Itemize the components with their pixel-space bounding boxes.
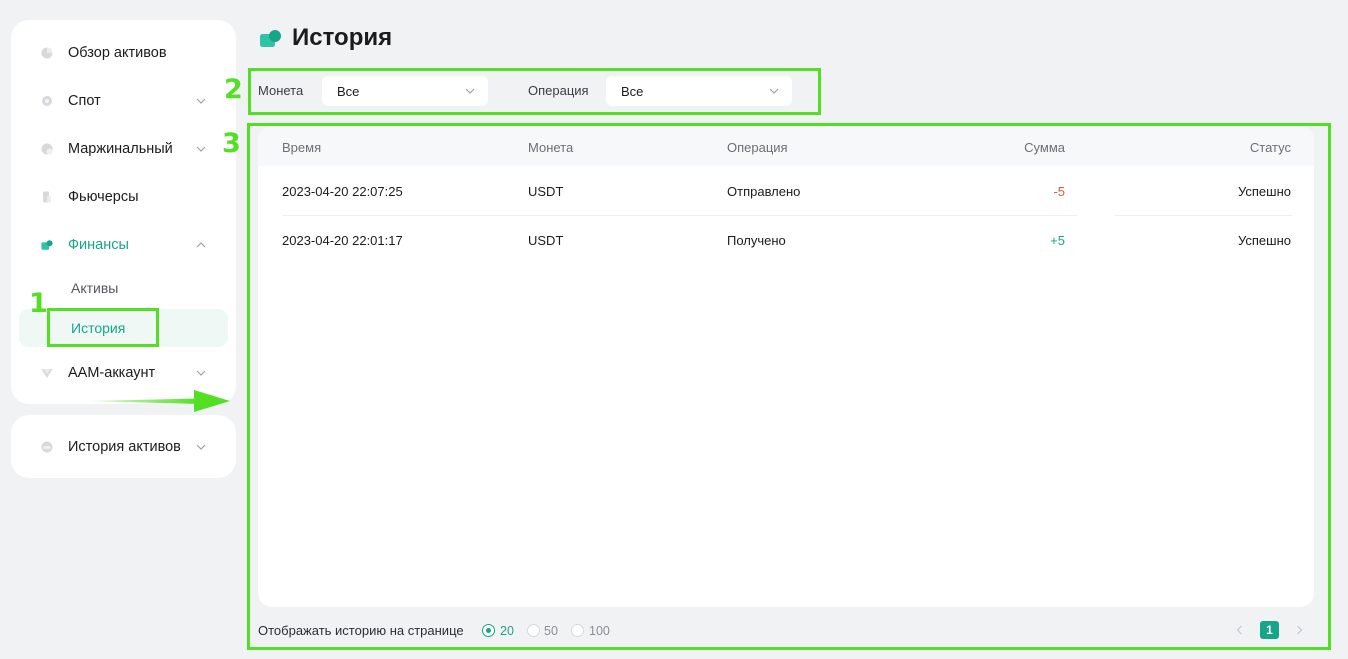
coin-filter-label: Монета: [258, 83, 304, 98]
table-row: 2023-04-20 22:07:25 USDT Отправлено -5 У…: [258, 167, 1314, 216]
chevron-down-icon: [196, 370, 206, 376]
pie-chart-icon: [41, 47, 53, 59]
column-header-amount: Сумма: [1024, 140, 1065, 155]
sidebar-card: Обзор активов Спот Маржинальный Фьючерсы…: [11, 20, 236, 404]
annotation-number-3: 3: [222, 128, 241, 159]
gear-icon: [41, 95, 53, 107]
sidebar-item-assets-overview[interactable]: Обзор активов: [11, 37, 236, 69]
table-header: Время Монета Операция Сумма Статус: [258, 126, 1314, 166]
margin-icon: [41, 143, 53, 155]
futures-icon: [41, 191, 53, 203]
sidebar-item-label: Финансы: [68, 237, 129, 253]
page-title: История: [292, 24, 393, 51]
chevron-left-icon[interactable]: [1235, 625, 1245, 635]
sidebar-subitem-label: История: [71, 320, 126, 336]
per-page-option-20[interactable]: 20: [500, 624, 514, 638]
sidebar-item-margin[interactable]: Маржинальный: [11, 133, 236, 165]
chevron-down-icon: [465, 88, 475, 94]
cell-coin: USDT: [528, 233, 564, 248]
sidebar-item-label: Спот: [68, 93, 101, 109]
history-table: Время Монета Операция Сумма Статус 2023-…: [258, 126, 1314, 607]
cell-amount: -5: [1053, 184, 1065, 199]
chevron-down-icon: [196, 444, 206, 450]
annotation-number-2: 2: [224, 74, 243, 105]
column-header-status: Статус: [1249, 140, 1291, 155]
table-row: 2023-04-20 22:01:17 USDT Получено +5 Усп…: [258, 216, 1314, 265]
sidebar-item-label: История активов: [68, 439, 181, 455]
sidebar-item-label: Обзор активов: [68, 45, 167, 61]
sidebar-item-spot[interactable]: Спот: [11, 85, 236, 117]
annotation-arrow-icon: [86, 390, 230, 412]
operation-select-value: Все: [621, 84, 644, 99]
sidebar-subitem-history[interactable]: История: [19, 309, 228, 347]
cell-operation: Получено: [727, 233, 786, 248]
per-page-radio-100[interactable]: [571, 624, 584, 637]
sidebar-item-amm-account[interactable]: ААМ-аккаунт: [11, 357, 236, 389]
sidebar-item-label: ААМ-аккаунт: [68, 365, 156, 381]
column-header-operation: Операция: [727, 140, 788, 155]
per-page-option-100[interactable]: 100: [589, 624, 610, 638]
operation-select[interactable]: Все: [606, 76, 792, 106]
wallet-icon: [41, 441, 53, 453]
cell-amount: +5: [1050, 233, 1065, 248]
column-header-time: Время: [282, 140, 322, 155]
sidebar-subitem-assets[interactable]: Активы: [19, 269, 228, 307]
chevron-up-icon: [196, 242, 206, 248]
cell-status: Успешно: [1238, 184, 1291, 199]
chevron-down-icon: [196, 98, 206, 104]
page-number-button[interactable]: 1: [1260, 621, 1279, 639]
per-page-radio-20[interactable]: [482, 624, 495, 637]
cell-status: Успешно: [1238, 233, 1291, 248]
chevron-down-icon: [769, 88, 779, 94]
cell-coin: USDT: [528, 184, 564, 199]
sidebar-item-label: Фьючерсы: [68, 189, 139, 205]
sidebar-item-futures[interactable]: Фьючерсы: [11, 181, 236, 213]
coin-select-value: Все: [337, 84, 360, 99]
sidebar-card-history-assets: История активов: [11, 415, 236, 478]
cell-operation: Отправлено: [727, 184, 801, 199]
coin-select[interactable]: Все: [322, 76, 488, 106]
per-page-option-50[interactable]: 50: [544, 624, 558, 638]
amm-icon: [41, 367, 53, 379]
chevron-right-icon[interactable]: [1294, 625, 1304, 635]
finance-icon: [41, 239, 53, 251]
finance-icon: [260, 30, 281, 47]
per-page-label: Отображать историю на странице: [258, 623, 464, 638]
chevron-down-icon: [196, 146, 206, 152]
sidebar-item-history-assets[interactable]: История активов: [11, 431, 236, 463]
per-page-radio-50[interactable]: [527, 624, 540, 637]
column-header-coin: Монета: [528, 140, 574, 155]
annotation-number-1: 1: [29, 288, 48, 319]
cell-time: 2023-04-20 22:01:17: [282, 233, 403, 248]
sidebar-subitem-label: Активы: [71, 280, 119, 296]
sidebar-item-label: Маржинальный: [68, 141, 173, 157]
cell-time: 2023-04-20 22:07:25: [282, 184, 403, 199]
sidebar-item-finance[interactable]: Финансы: [11, 229, 236, 261]
operation-filter-label: Операция: [528, 83, 589, 98]
